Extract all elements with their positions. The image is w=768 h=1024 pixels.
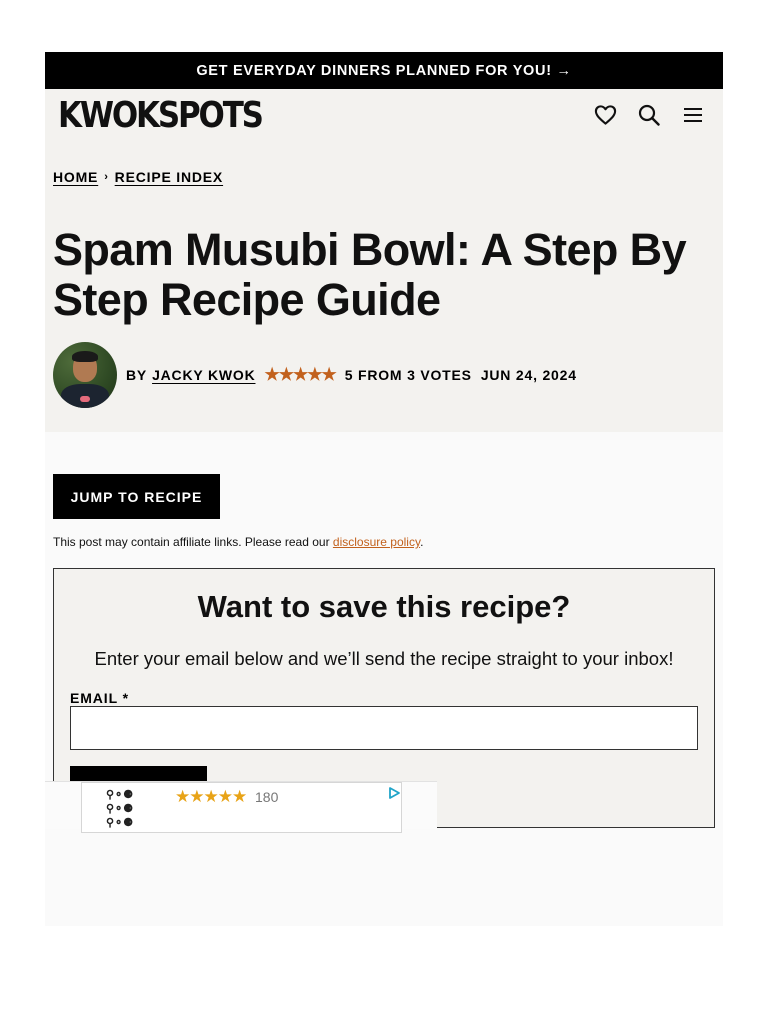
byline: BY JACKY KWOK ★★★★★ 5 FROM 3 VOTES JUN 2… bbox=[53, 341, 577, 409]
page-title: Spam Musubi Bowl: A Step By Step Recipe … bbox=[53, 224, 687, 325]
ad-glyphs: ⚲⚬⚈ ⚲⚬⚈ ⚲⚬⚈ bbox=[106, 788, 133, 830]
site-logo[interactable]: KWOKSPOTS bbox=[58, 94, 264, 138]
ad-rating-stars: ★★★★★ bbox=[175, 787, 247, 806]
email-field[interactable] bbox=[70, 706, 698, 750]
header-icons bbox=[593, 103, 705, 127]
affiliate-text: This post may contain affiliate links. P… bbox=[53, 535, 333, 549]
ad-glyph-row: ⚲⚬⚈ bbox=[106, 817, 134, 829]
breadcrumb: HOME › RECIPE INDEX bbox=[53, 169, 223, 185]
header-area: KWOKSPOTS HOME › RECIPE INDEX Spam Musub… bbox=[45, 89, 723, 432]
breadcrumb-separator: › bbox=[104, 171, 109, 183]
email-label: EMAIL * bbox=[70, 690, 129, 706]
rating-stars[interactable]: ★★★★★ bbox=[264, 365, 336, 385]
promo-banner[interactable]: GET EVERYDAY DINNERS PLANNED FOR YOU! → bbox=[45, 52, 723, 89]
heart-icon[interactable] bbox=[593, 103, 617, 127]
affiliate-end: . bbox=[420, 535, 424, 549]
promo-banner-text: GET EVERYDAY DINNERS PLANNED FOR YOU! → bbox=[196, 62, 572, 79]
ad-card[interactable]: ⚲⚬⚈ ⚲⚬⚈ ⚲⚬⚈ ★★★★★ 180 bbox=[81, 782, 402, 833]
publish-date: JUN 24, 2024 bbox=[480, 367, 577, 383]
author-link[interactable]: JACKY KWOK bbox=[152, 367, 255, 383]
ad-glyph-row: ⚲⚬⚈ bbox=[106, 803, 134, 815]
breadcrumb-recipe-index-link[interactable]: RECIPE INDEX bbox=[115, 169, 223, 185]
ad-rating-count: 180 bbox=[255, 789, 279, 805]
ad-glyph-row: ⚲⚬⚈ bbox=[106, 789, 134, 801]
ad-choices-play-icon[interactable] bbox=[387, 786, 401, 800]
jump-to-recipe-button[interactable]: JUMP TO RECIPE bbox=[53, 474, 220, 519]
byline-text: BY JACKY KWOK ★★★★★ 5 FROM 3 VOTES JUN 2… bbox=[126, 365, 577, 385]
affiliate-notice: This post may contain affiliate links. P… bbox=[53, 535, 423, 549]
search-icon[interactable] bbox=[637, 103, 661, 127]
breadcrumb-home-link[interactable]: HOME bbox=[53, 169, 98, 185]
disclosure-policy-link[interactable]: disclosure policy bbox=[333, 535, 420, 549]
menu-icon[interactable] bbox=[681, 103, 705, 127]
by-label: BY bbox=[126, 367, 148, 383]
author-avatar[interactable] bbox=[53, 342, 117, 408]
save-form-title: Want to save this recipe? bbox=[197, 589, 571, 624]
save-form-subtitle: Enter your email below and we’ll send th… bbox=[94, 648, 674, 669]
content-area: JUMP TO RECIPE This post may contain aff… bbox=[45, 432, 723, 926]
rating-text: 5 FROM 3 VOTES bbox=[344, 367, 472, 383]
